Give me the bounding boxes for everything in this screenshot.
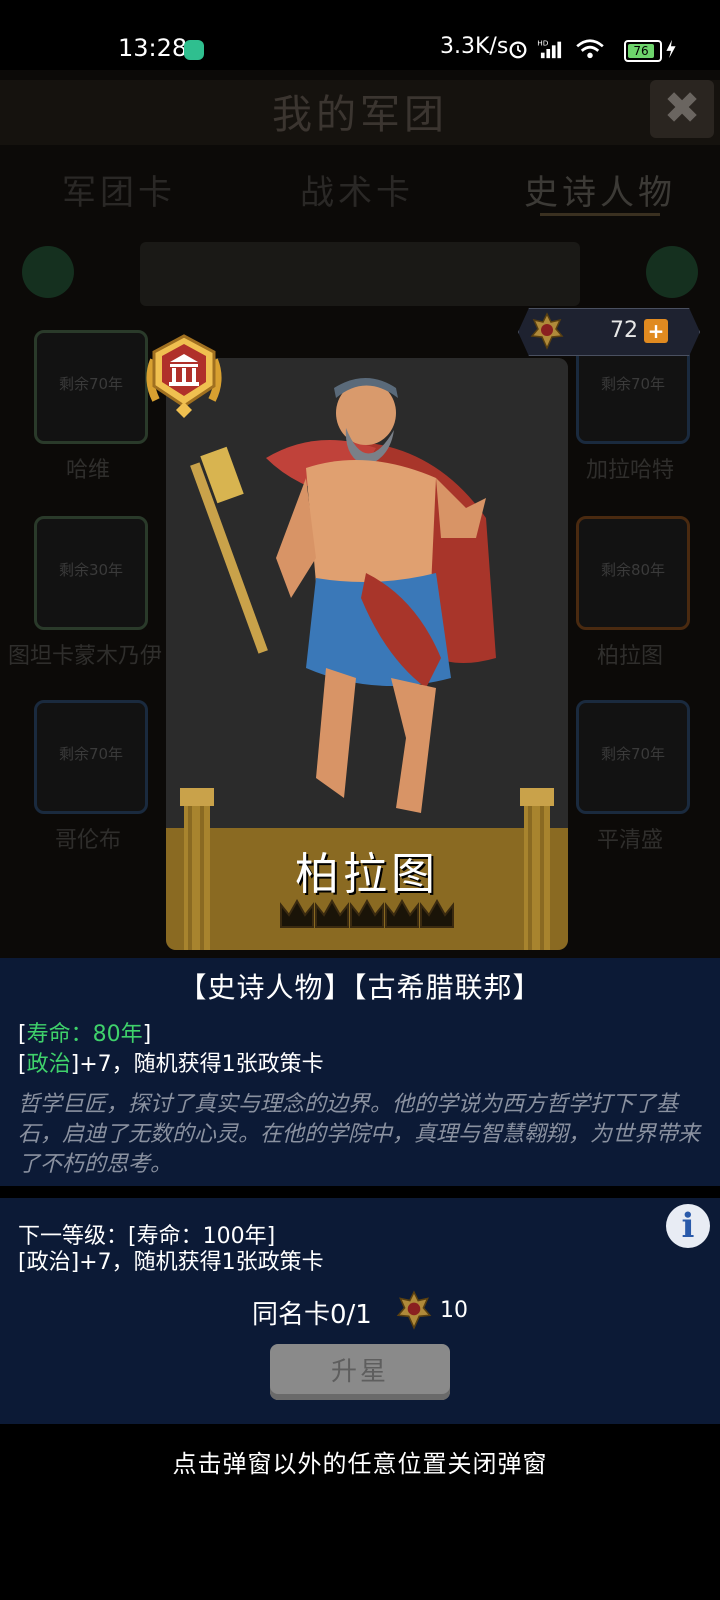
politics-effect: ]+7，随机获得1张政策卡 xyxy=(70,1052,324,1077)
hd-signal-icon: HD xyxy=(537,38,562,59)
background-card: 剩余30年 xyxy=(34,516,148,630)
add-currency-button[interactable]: + xyxy=(644,319,668,343)
background-card-tag: 剩余70年 xyxy=(600,375,666,393)
app-notification-icon xyxy=(184,40,204,60)
card-description: 哲学巨匠，探讨了真实与理念的边界。他的学说为西方哲学打下了基石，启迪了无数的心灵… xyxy=(18,1092,701,1177)
svg-text:HD: HD xyxy=(537,38,549,47)
background-card-name: 图坦卡蒙木乃伊 xyxy=(7,644,162,669)
background-card-name: 哥伦布 xyxy=(54,828,121,853)
politics-label: 政治 xyxy=(26,1052,71,1077)
star-rating xyxy=(280,898,454,928)
politics-bracket-open: [ xyxy=(18,1052,27,1077)
background-card-name: 柏拉图 xyxy=(596,644,663,669)
upgrade-cost: 10 xyxy=(440,1298,468,1323)
background-list-icon xyxy=(22,246,74,298)
background-card-tag: 剩余30年 xyxy=(58,561,124,579)
crown-icon xyxy=(350,898,384,928)
card-tags: 【史诗人物】【古希腊联邦】 xyxy=(178,971,542,1004)
background-tab-tactic-cards: 战术卡 xyxy=(300,173,414,213)
crown-icon xyxy=(280,898,314,928)
medal-cost-icon xyxy=(396,1290,432,1330)
status-time: 13:28 xyxy=(118,34,188,62)
battery-icon: 76 xyxy=(624,40,662,62)
background-search-bar xyxy=(140,242,580,306)
background-card: 剩余70年 xyxy=(34,700,148,814)
politics-line: [政治]+7，随机获得1张政策卡 xyxy=(18,1046,324,1078)
medal-currency-icon xyxy=(530,312,564,350)
battery-level: 76 xyxy=(628,44,654,58)
background-filter-icon xyxy=(646,246,698,298)
background-tab-epic-figures: 史诗人物 xyxy=(524,173,676,213)
background-card-name: 哈维 xyxy=(65,458,110,483)
background-card-name: 加拉哈特 xyxy=(585,458,674,483)
info-button[interactable]: i xyxy=(666,1204,710,1248)
crown-icon xyxy=(315,898,349,928)
network-speed: 3.3K/s xyxy=(440,34,509,59)
lifespan-line: [寿命：80年] xyxy=(18,1016,151,1048)
background-tab-legion-cards: 军团卡 xyxy=(62,173,176,213)
background-card-tag: 剩余70年 xyxy=(600,745,666,763)
background-card: 剩余80年 xyxy=(576,516,690,630)
close-hint: 点击弹窗以外的任意位置关闭弹窗 xyxy=(172,1450,548,1478)
background-card: 剩余70年 xyxy=(34,330,148,444)
duplicate-card-count: 同名卡0/1 xyxy=(252,1300,372,1330)
epic-figure-card: 柏拉图 xyxy=(166,358,568,950)
background-card: 剩余70年 xyxy=(576,700,690,814)
plato-portrait xyxy=(166,358,568,828)
background-card-tag: 剩余80年 xyxy=(600,561,666,579)
background-title: 我的军团 xyxy=(272,92,448,138)
museum-badge-icon xyxy=(146,334,222,418)
next-level-effect: [政治]+7，随机获得1张政策卡 xyxy=(18,1250,324,1275)
background-tab-underline xyxy=(540,213,660,216)
lifespan-bracket-close: ] xyxy=(142,1022,152,1047)
background-card-name: 平清盛 xyxy=(596,828,663,853)
lifespan-value: 寿命：80年 xyxy=(26,1022,143,1047)
charging-icon xyxy=(666,39,676,59)
crown-icon xyxy=(385,898,419,928)
upgrade-star-button[interactable]: 升星 xyxy=(270,1344,450,1400)
crown-icon xyxy=(420,898,454,928)
lifespan-bracket-open: [ xyxy=(18,1022,27,1047)
alarm-icon xyxy=(509,41,527,59)
background-close-icon: ✖ xyxy=(650,80,714,138)
background-card-tag: 剩余70年 xyxy=(58,375,124,393)
wifi-icon xyxy=(576,39,604,59)
background-card-tag: 剩余70年 xyxy=(58,745,124,763)
currency-amount: 72 xyxy=(610,318,638,343)
